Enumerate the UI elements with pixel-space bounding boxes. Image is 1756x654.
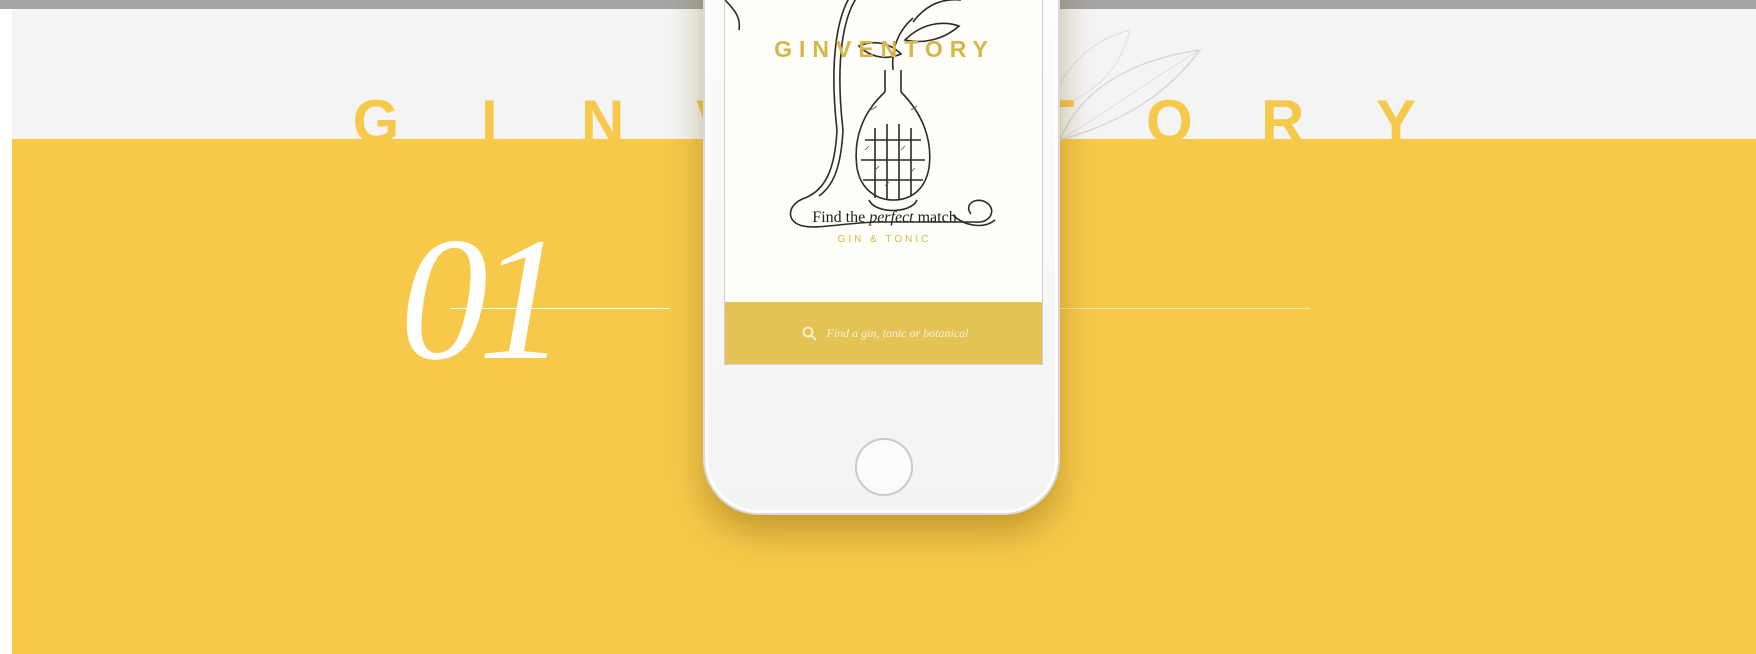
search-bar[interactable]: Find a gin, tonic or botanical bbox=[725, 302, 1042, 364]
ginventory-showcase: G I N V E N T O R Y 01 bbox=[0, 0, 1756, 654]
tagline-trail: match bbox=[913, 209, 957, 226]
title-letter: O bbox=[1145, 92, 1193, 140]
section-number: 01 bbox=[400, 202, 566, 397]
tagline-emphasis: perfect bbox=[869, 209, 914, 226]
subtagline: GIN & TONIC bbox=[837, 234, 932, 245]
phone-screen: GINVENTORY Find the perfect match GIN & … bbox=[724, 0, 1043, 365]
app-logo: GINVENTORY bbox=[774, 36, 995, 62]
search-icon bbox=[802, 326, 817, 341]
title-letter: I bbox=[480, 92, 498, 140]
title-letter: R bbox=[1260, 92, 1305, 140]
tagline: Find the perfect match bbox=[725, 209, 1042, 227]
search-placeholder[interactable]: Find a gin, tonic or botanical bbox=[827, 326, 969, 341]
home-button[interactable] bbox=[855, 438, 913, 496]
title-letter: G bbox=[352, 92, 400, 140]
title-letter: Y bbox=[1375, 92, 1416, 140]
title-letter: N bbox=[580, 92, 625, 140]
phone-mockup: GINVENTORY Find the perfect match GIN & … bbox=[703, 0, 1060, 515]
divider-line-right bbox=[1060, 308, 1310, 309]
tagline-lead: Find the bbox=[812, 209, 870, 226]
